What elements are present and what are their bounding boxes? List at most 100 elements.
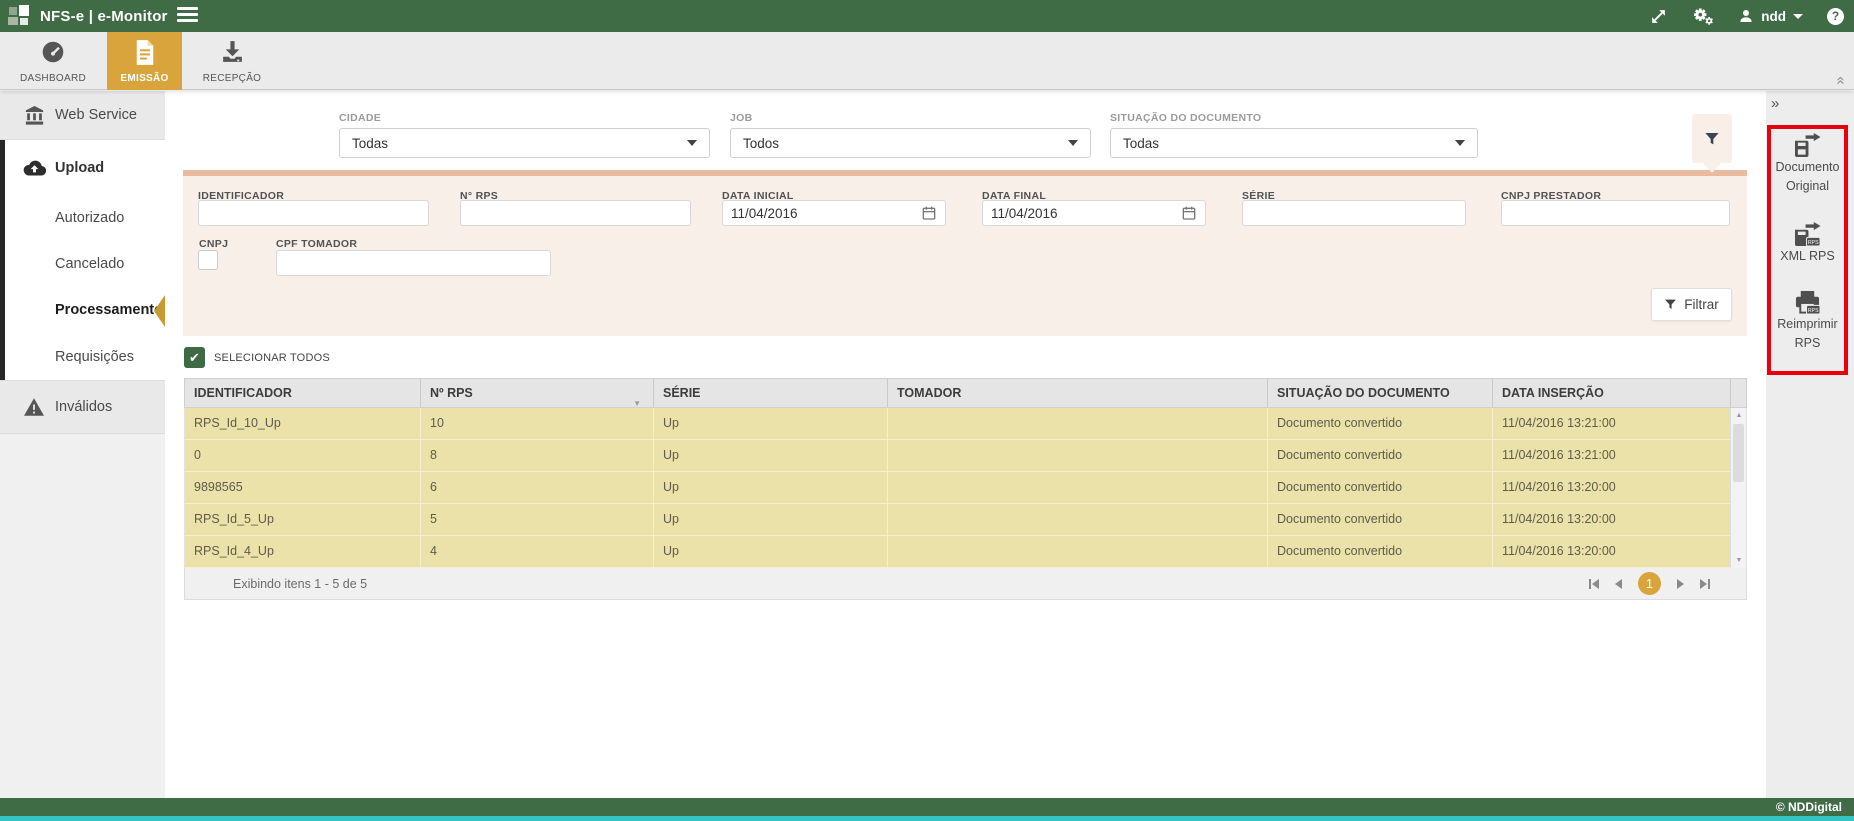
save-export-icon bbox=[1794, 133, 1821, 158]
tab-dashboard[interactable]: DASHBOARD bbox=[12, 32, 94, 90]
pager: 1 bbox=[1589, 572, 1710, 595]
annotation-red-box: Documento Original RPS XML RPS bbox=[1767, 125, 1848, 375]
right-action-panel: Documento Original RPS XML RPS bbox=[1766, 91, 1854, 798]
column-header-serie[interactable]: SÉRIE bbox=[654, 379, 888, 407]
table-header: IDENTIFICADOR Nº RPS SÉRIE TOMADOR SITUA… bbox=[184, 378, 1747, 408]
cidade-value: Todas bbox=[352, 136, 388, 151]
sidebar-item-label: Inválidos bbox=[55, 399, 112, 415]
settings-icon[interactable] bbox=[1691, 6, 1714, 26]
identificador-input[interactable] bbox=[198, 200, 429, 226]
next-page-button[interactable] bbox=[1677, 579, 1684, 589]
table-row[interactable]: 9898565 6 Up Documento convertido 11/04/… bbox=[185, 472, 1731, 504]
download-tray-icon bbox=[220, 39, 245, 64]
situacao-select[interactable]: Todas bbox=[1110, 128, 1478, 158]
svg-text:RPS: RPS bbox=[1808, 240, 1819, 246]
collapse-toolbar-icon[interactable] bbox=[1833, 76, 1848, 84]
serie-input[interactable] bbox=[1242, 200, 1466, 226]
advanced-filter-panel: IDENTIFICADOR N° RPS DATA INICIAL DATA F… bbox=[183, 170, 1747, 336]
sidebar-item-processamento[interactable]: Processamento bbox=[0, 287, 165, 333]
sidebar-item-requisicoes[interactable]: Requisições bbox=[0, 333, 165, 380]
sidebar-item-label: Processamento bbox=[55, 302, 163, 318]
sort-icon[interactable] bbox=[633, 390, 641, 407]
menu-icon[interactable] bbox=[177, 7, 198, 24]
table-row[interactable]: 0 8 Up Documento convertido 11/04/2016 1… bbox=[185, 440, 1731, 472]
select-all-label: SELECIONAR TODOS bbox=[214, 352, 330, 364]
cnpj-prestador-input[interactable] bbox=[1501, 200, 1730, 226]
column-header-spacer bbox=[1731, 379, 1746, 407]
filtrar-label: Filtrar bbox=[1684, 297, 1719, 312]
sidebar-item-autorizado[interactable]: Autorizado bbox=[0, 195, 165, 241]
first-page-button[interactable] bbox=[1589, 579, 1599, 589]
action-label: RPS bbox=[1795, 334, 1821, 353]
sidebar-item-web-service[interactable]: Web Service bbox=[0, 91, 165, 140]
scroll-up-icon bbox=[1731, 412, 1747, 419]
help-icon[interactable] bbox=[1827, 8, 1844, 25]
cpf-tomador-input[interactable] bbox=[276, 250, 551, 276]
warning-icon bbox=[22, 398, 46, 416]
sidebar-item-label: Upload bbox=[55, 160, 104, 176]
action-label: XML RPS bbox=[1780, 247, 1834, 266]
calendar-icon[interactable] bbox=[921, 205, 937, 226]
nrps-input[interactable] bbox=[460, 200, 691, 226]
job-label: JOB bbox=[730, 112, 753, 124]
user-menu[interactable]: ndd bbox=[1738, 8, 1803, 24]
filtrar-button[interactable]: Filtrar bbox=[1651, 288, 1732, 321]
table-row[interactable]: RPS_Id_5_Up 5 Up Documento convertido 11… bbox=[185, 504, 1731, 536]
job-value: Todos bbox=[743, 136, 779, 151]
app-window: NFS-e | e-Monitor bbox=[0, 0, 1854, 821]
tab-label: DASHBOARD bbox=[20, 73, 86, 84]
cidade-label: CIDADE bbox=[339, 112, 381, 124]
panel-collapse-icon[interactable] bbox=[1771, 95, 1779, 112]
select-all-checkbox[interactable] bbox=[184, 347, 205, 368]
documento-original-button[interactable]: Documento Original bbox=[1776, 133, 1840, 196]
column-header-nrps[interactable]: Nº RPS bbox=[421, 379, 654, 407]
last-page-button[interactable] bbox=[1700, 579, 1710, 589]
table-row[interactable]: RPS_Id_10_Up 10 Up Documento convertido … bbox=[185, 408, 1731, 440]
svg-text:RPS: RPS bbox=[1808, 308, 1819, 314]
cloud-upload-icon bbox=[22, 159, 46, 176]
column-header-tomador[interactable]: TOMADOR bbox=[888, 379, 1268, 407]
sidebar-item-upload[interactable]: Upload bbox=[0, 140, 165, 195]
reimprimir-rps-button[interactable]: RPS Reimprimir RPS bbox=[1777, 290, 1837, 353]
scroll-down-icon bbox=[1731, 557, 1747, 564]
user-icon bbox=[1738, 8, 1754, 24]
column-header-identificador[interactable]: IDENTIFICADOR bbox=[185, 379, 421, 407]
tab-emissao[interactable]: EMISSÃO bbox=[107, 32, 182, 90]
sidebar-item-label: Autorizado bbox=[55, 210, 124, 226]
column-header-data-insercao[interactable]: DATA INSERÇÃO bbox=[1493, 379, 1731, 407]
user-name: ndd bbox=[1761, 9, 1786, 24]
sidebar-item-label: Web Service bbox=[55, 107, 137, 123]
module-toolbar: DASHBOARD EMISSÃO RECEPÇÃO bbox=[0, 32, 1854, 90]
footer-bar: © NDDigital bbox=[0, 798, 1854, 816]
action-label: Original bbox=[1786, 177, 1829, 196]
funnel-icon bbox=[1664, 298, 1677, 311]
action-label: Documento bbox=[1776, 158, 1840, 177]
calendar-icon[interactable] bbox=[1181, 205, 1197, 226]
table-scrollbar[interactable] bbox=[1730, 408, 1746, 568]
data-inicial-input[interactable] bbox=[722, 200, 946, 226]
sidebar-item-cancelado[interactable]: Cancelado bbox=[0, 241, 165, 287]
data-final-input[interactable] bbox=[982, 200, 1206, 226]
xml-rps-button[interactable]: RPS XML RPS bbox=[1780, 222, 1834, 266]
tab-label: EMISSÃO bbox=[120, 73, 168, 84]
expand-icon[interactable] bbox=[1650, 8, 1667, 25]
chevron-down-icon bbox=[1068, 140, 1078, 146]
scrollbar-thumb bbox=[1733, 424, 1744, 482]
printer-rps-icon: RPS bbox=[1794, 290, 1821, 315]
current-page-badge[interactable]: 1 bbox=[1638, 572, 1661, 595]
table-row[interactable]: RPS_Id_4_Up 4 Up Documento convertido 11… bbox=[185, 536, 1731, 568]
sidebar-item-invalidos[interactable]: Inválidos bbox=[0, 380, 165, 434]
sidebar: Web Service Upload Autorizado Cancelado … bbox=[0, 91, 165, 798]
advanced-filter-toggle[interactable] bbox=[1692, 114, 1732, 163]
chevron-down-icon bbox=[687, 140, 697, 146]
previous-page-button[interactable] bbox=[1615, 579, 1622, 589]
cnpj-checkbox[interactable] bbox=[198, 250, 218, 270]
job-select[interactable]: Todos bbox=[730, 128, 1091, 158]
cidade-select[interactable]: Todas bbox=[339, 128, 710, 158]
filter-panel-notch bbox=[1702, 162, 1722, 173]
tab-label: RECEPÇÃO bbox=[203, 73, 262, 84]
save-export-rps-icon: RPS bbox=[1794, 222, 1821, 247]
column-header-situacao[interactable]: SITUAÇÃO DO DOCUMENTO bbox=[1268, 379, 1493, 407]
copyright-text: © NDDigital bbox=[1776, 800, 1842, 814]
tab-recepcao[interactable]: RECEPÇÃO bbox=[190, 32, 274, 90]
